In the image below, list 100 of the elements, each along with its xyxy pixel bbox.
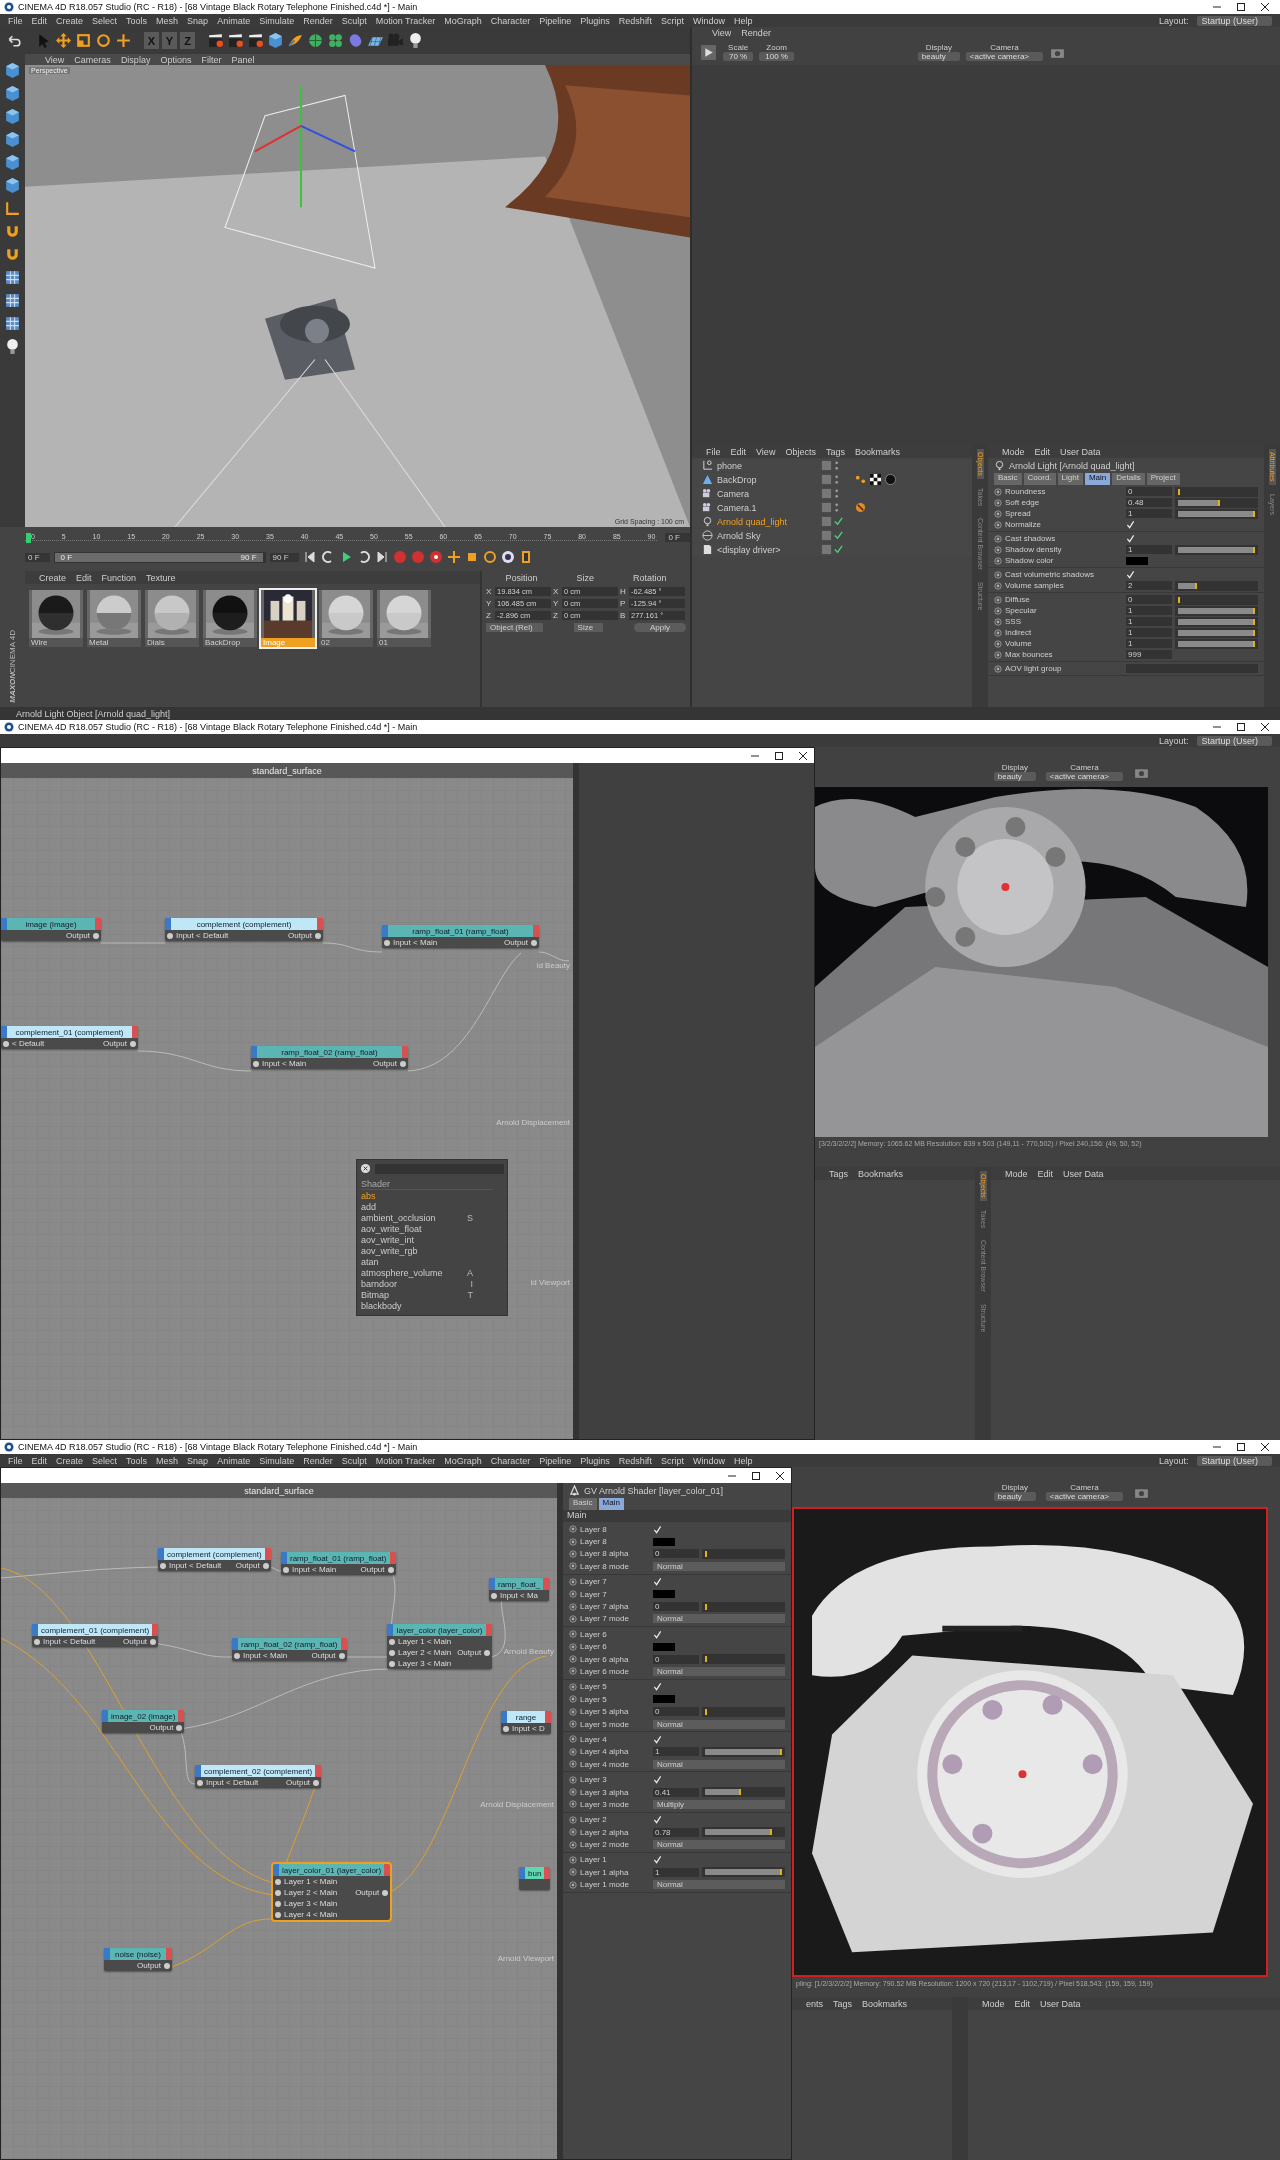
- maximize-icon[interactable]: [1236, 722, 1246, 732]
- menu-item[interactable]: Render: [741, 28, 771, 38]
- port-icon[interactable]: [338, 1652, 345, 1659]
- cube-icon[interactable]: [4, 154, 21, 171]
- number-field[interactable]: 1: [653, 1747, 699, 1757]
- maximize-icon[interactable]: [774, 750, 784, 761]
- maximize-icon[interactable]: [1236, 2, 1246, 12]
- scale-icon[interactable]: [75, 32, 92, 49]
- menu-item[interactable]: Pipeline: [539, 15, 572, 26]
- display-dropdown[interactable]: beauty: [993, 1492, 1036, 1501]
- add-icon[interactable]: [115, 32, 132, 49]
- port-icon[interactable]: [262, 1562, 269, 1569]
- grid-icon[interactable]: [4, 269, 21, 286]
- shader-node[interactable]: complement_02 (complement) Input < Default Output: [195, 1765, 322, 1788]
- display-dropdown[interactable]: beauty: [917, 52, 960, 61]
- color-swatch[interactable]: [653, 1590, 675, 1599]
- menu-item[interactable]: Select: [92, 15, 118, 26]
- list-item[interactable]: aov_write_int: [361, 1234, 493, 1245]
- port-icon[interactable]: [484, 1649, 491, 1656]
- slider-track[interactable]: [702, 1706, 785, 1717]
- menu-item[interactable]: Bookmarks: [854, 446, 900, 457]
- menu-item[interactable]: File: [8, 15, 23, 26]
- tab[interactable]: Main: [598, 1498, 624, 1510]
- list-item[interactable]: blackbody: [361, 1300, 493, 1311]
- menu-item[interactable]: Create: [39, 572, 66, 583]
- layout-dropdown[interactable]: Startup (User): [1197, 735, 1272, 746]
- list-item[interactable]: abs: [361, 1190, 493, 1201]
- close-icon[interactable]: [775, 1470, 785, 1481]
- move-icon[interactable]: [55, 32, 72, 49]
- help-icon[interactable]: [428, 550, 443, 564]
- cube-icon[interactable]: [267, 32, 284, 49]
- tab[interactable]: Details: [1112, 473, 1145, 485]
- menu-item[interactable]: Pipeline: [539, 1455, 572, 1466]
- port-icon[interactable]: [382, 1889, 389, 1896]
- menu-item[interactable]: Mode: [982, 1998, 1005, 2009]
- number-field[interactable]: 1: [1126, 509, 1172, 518]
- slider-track[interactable]: [702, 1601, 785, 1612]
- rotate-icon[interactable]: [95, 32, 112, 49]
- grid-icon[interactable]: [4, 315, 21, 332]
- menu-item[interactable]: Bookmarks: [858, 1168, 904, 1179]
- move-icon[interactable]: [446, 550, 461, 564]
- tab[interactable]: Light: [1057, 473, 1083, 485]
- menu-item[interactable]: Script: [660, 1455, 684, 1466]
- menu-item[interactable]: Edit: [730, 446, 747, 457]
- shader-node[interactable]: image (image) Output: [1, 918, 101, 941]
- axis-icon[interactable]: [4, 200, 21, 217]
- menu-item[interactable]: Edit: [1037, 1168, 1054, 1179]
- color-swatch[interactable]: [653, 1695, 675, 1704]
- shader-node[interactable]: layer_color_01 (layer_color) Layer 1 < Main Layer 2 < Main Output Layer 3 < Main Layer 4 < Main: [273, 1864, 391, 1920]
- menu-item[interactable]: Help: [733, 1455, 753, 1466]
- close-icon[interactable]: [1260, 1442, 1270, 1452]
- apply-button[interactable]: Apply: [633, 623, 686, 632]
- camera-dropdown[interactable]: <active camera>: [1045, 1492, 1123, 1501]
- tab[interactable]: Coord.: [1023, 473, 1056, 485]
- layout-dropdown[interactable]: Startup (User): [1197, 1455, 1272, 1466]
- shader-node[interactable]: ramp_float_02 (ramp_float) Input < Main Output: [251, 1046, 408, 1069]
- menu-item[interactable]: Redshift: [618, 15, 652, 26]
- menu-item[interactable]: Function: [101, 572, 137, 583]
- sphere-icon[interactable]: [307, 32, 324, 49]
- menu-item[interactable]: Sculpt: [341, 1455, 367, 1466]
- parameter-icon[interactable]: [500, 550, 515, 564]
- protection-tag-icon[interactable]: [855, 502, 866, 513]
- list-item[interactable]: Bitmap T: [361, 1289, 493, 1300]
- port-icon[interactable]: [93, 932, 99, 939]
- number-field[interactable]: 1: [1126, 606, 1172, 615]
- mode-dropdown[interactable]: Normal: [653, 1759, 785, 1769]
- mode-dropdown[interactable]: Normal: [653, 1880, 785, 1890]
- menu-item[interactable]: User Data: [1063, 1168, 1104, 1179]
- menu-item[interactable]: Filter: [201, 54, 222, 65]
- display-dropdown[interactable]: beauty: [993, 772, 1036, 781]
- close-icon[interactable]: [360, 1163, 371, 1174]
- color-swatch[interactable]: [1126, 556, 1148, 565]
- shader-node[interactable]: ramp_float_01 (ramp_float) Input < Main Output: [382, 925, 539, 948]
- menu-item[interactable]: Tags: [825, 446, 845, 457]
- menu-item[interactable]: Display: [120, 54, 151, 65]
- menu-item[interactable]: MoGraph: [444, 1455, 482, 1466]
- clapper-icon[interactable]: [207, 32, 224, 49]
- list-item[interactable]: atan: [361, 1256, 493, 1267]
- menu-item[interactable]: Render: [303, 15, 333, 26]
- color-swatch[interactable]: [653, 1537, 675, 1546]
- slider-track[interactable]: [702, 1787, 785, 1797]
- shader-node[interactable]: complement (complement) Input < Default Output: [158, 1548, 271, 1571]
- material-thumbnail[interactable]: BackDrop: [203, 590, 257, 647]
- checkmark-icon[interactable]: [833, 544, 844, 555]
- list-item[interactable]: add: [361, 1201, 493, 1212]
- number-field[interactable]: 0: [1126, 487, 1172, 496]
- menu-item[interactable]: User Data: [1040, 1998, 1081, 2009]
- menu-item[interactable]: Character: [490, 15, 531, 26]
- menu-item[interactable]: Tools: [126, 1455, 148, 1466]
- shader-node[interactable]: range Input < D: [501, 1711, 551, 1734]
- clapper-icon[interactable]: [247, 32, 264, 49]
- shader-node[interactable]: complement_01 (complement) < Default Output: [1, 1026, 138, 1049]
- port-icon[interactable]: [315, 932, 321, 939]
- mode-dropdown[interactable]: Normal: [653, 1561, 785, 1571]
- bulb-icon[interactable]: [407, 32, 424, 49]
- number-field[interactable]: 999: [1126, 650, 1172, 659]
- menu-item[interactable]: Mesh: [156, 1455, 179, 1466]
- frame-field[interactable]: 0 F: [665, 532, 690, 542]
- number-field[interactable]: 1: [1126, 545, 1172, 554]
- menu-item[interactable]: Animate: [217, 15, 251, 26]
